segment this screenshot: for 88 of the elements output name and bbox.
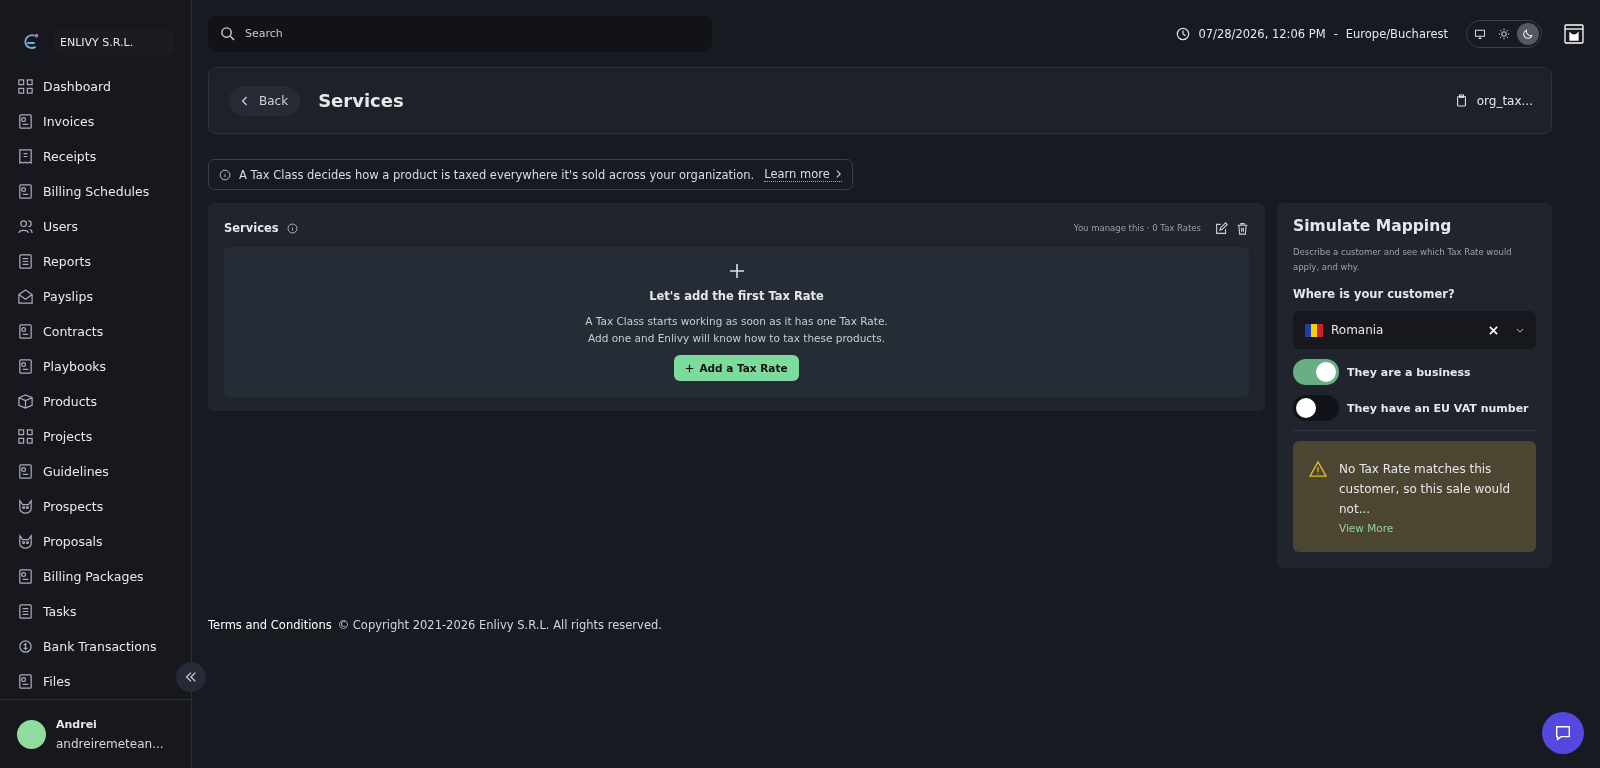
toggle-switch[interactable] (1293, 359, 1339, 385)
sidebar-item[interactable]: Bank Transactions (0, 629, 171, 665)
chat-button[interactable] (1542, 712, 1584, 754)
box-icon (17, 393, 34, 411)
cat-icon (17, 498, 34, 516)
sidebar-item[interactable]: Billing Packages (0, 559, 171, 595)
sidebar-item[interactable]: Products (0, 384, 171, 420)
sidebar-item[interactable]: Tasks (0, 594, 171, 630)
sidebar-item[interactable]: Contracts (0, 314, 171, 350)
document-icon (17, 568, 34, 586)
list-icon (17, 253, 34, 271)
learn-more-link[interactable]: Learn more (764, 167, 842, 182)
document-icon (17, 358, 34, 376)
receipt-icon (17, 148, 34, 166)
separator: - (1333, 26, 1338, 41)
chevron-left-icon (241, 94, 249, 107)
clipboard-icon[interactable] (1455, 94, 1467, 107)
sidebar-item[interactable]: Billing Schedules (0, 174, 171, 210)
edit-icon[interactable] (1215, 221, 1228, 235)
user-name: Andrei (56, 717, 98, 731)
empty-state-text: Add one and Enlivy will know how to tax these products. (588, 331, 885, 346)
trash-icon[interactable] (1236, 221, 1249, 235)
document-icon (17, 183, 34, 201)
warning-text: No Tax Rate matches this customer, so this sale would not... (1339, 461, 1512, 518)
cat-window-icon[interactable] (1564, 23, 1584, 44)
terms-link[interactable]: Terms and Conditions (208, 618, 332, 632)
record-id: org_tax... (1476, 93, 1533, 108)
search-field[interactable]: Search (208, 15, 712, 52)
sidebar-item[interactable]: Projects (0, 419, 171, 455)
panel-title: Simulate Mapping (1293, 217, 1453, 235)
tax-rate-count: You manage this · 0 Tax Rates (1073, 223, 1201, 233)
chevron-down-icon[interactable] (1516, 327, 1524, 333)
list-icon (17, 603, 34, 621)
plus-icon (728, 263, 745, 279)
empty-state-title: Let's add the first Tax Rate (649, 289, 824, 303)
envelope-icon (17, 288, 34, 306)
add-tax-rate-button[interactable]: Add a Tax Rate (674, 355, 799, 381)
document-icon (17, 323, 34, 341)
avatar[interactable] (17, 719, 46, 749)
sidebar-item[interactable]: Receipts (0, 139, 171, 175)
organization-name[interactable]: ENLIVY S.R.L. (54, 30, 174, 56)
info-text: A Tax Class decides how a product is taxed everywhere it's sold across your organization. (239, 167, 755, 182)
warning-icon (1309, 461, 1327, 477)
cat-icon (17, 533, 34, 551)
plus-icon (685, 363, 695, 373)
flag-icon (1305, 323, 1323, 337)
sidebar-item[interactable]: Prospects (0, 489, 171, 525)
info-icon (219, 168, 231, 181)
sidebar-item[interactable]: Dashboard (0, 69, 171, 105)
chat-icon (1554, 724, 1572, 742)
back-button[interactable]: Back (229, 85, 301, 116)
sidebar-item[interactable]: Invoices (0, 104, 171, 140)
document-icon (17, 463, 34, 481)
sidebar-item[interactable]: Files (0, 664, 171, 700)
empty-state-text: A Tax Class starts working as soon as it has one Tax Rate. (585, 314, 888, 329)
grid-icon (17, 78, 34, 96)
clear-icon[interactable] (1489, 325, 1498, 335)
double-chevron-left-icon (184, 670, 198, 684)
card-title: Services (224, 221, 279, 235)
document-icon (17, 673, 34, 691)
grid-icon (17, 428, 34, 446)
timezone: Europe/Bucharest (1345, 26, 1448, 41)
copyright-text: © Copyright 2021-2026 Enlivy S.R.L. All rights reserved. (337, 618, 662, 632)
sidebar-item[interactable]: Proposals (0, 524, 171, 560)
field-label: Where is your customer? (1293, 287, 1456, 301)
toggle-switch[interactable] (1293, 395, 1339, 421)
sidebar-item[interactable]: Users (0, 209, 171, 245)
toggle-label: They are a business (1347, 365, 1471, 379)
clock-icon (1176, 26, 1191, 41)
country-select[interactable]: Romania (1293, 311, 1536, 349)
view-more-link[interactable]: View More (1339, 522, 1522, 534)
toggle-label: They have an EU VAT number (1347, 401, 1529, 415)
document-icon (17, 113, 34, 131)
date-time: 07/28/2026, 12:06 PM (1198, 26, 1326, 41)
coin-icon (17, 638, 34, 656)
collapse-sidebar-button[interactable] (176, 662, 206, 692)
page-title: Services (318, 90, 404, 111)
search-icon (220, 25, 235, 41)
panel-description: Describe a customer and see which Tax Rate would apply, and why. (1293, 246, 1513, 274)
moon-icon[interactable] (1517, 22, 1539, 45)
sidebar-item[interactable]: Playbooks (0, 349, 171, 385)
user-email: andreiremetean... (56, 736, 164, 751)
info-icon[interactable] (286, 222, 298, 234)
users-icon (17, 218, 34, 236)
sidebar-item[interactable]: Payslips (0, 279, 171, 315)
chevron-right-icon (834, 169, 842, 179)
sidebar-item[interactable]: Reports (0, 244, 171, 280)
sidebar-item[interactable]: Guidelines (0, 454, 171, 490)
